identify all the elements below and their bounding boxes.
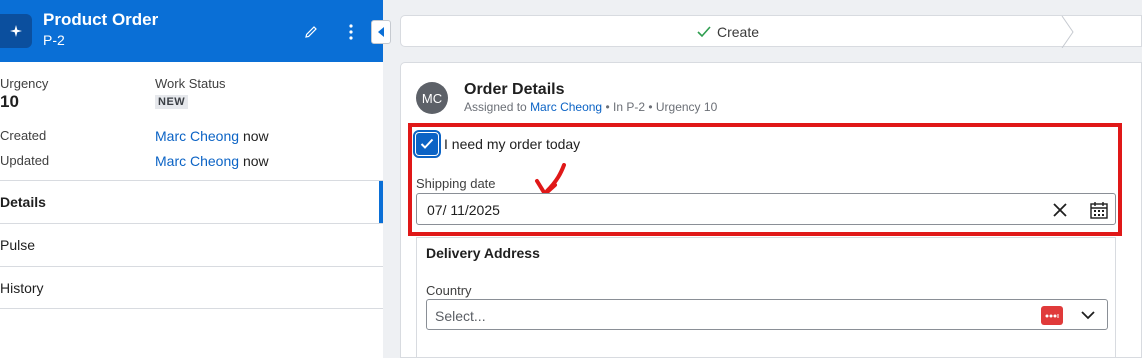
delivery-address-section: Delivery Address Country Select... <box>416 237 1116 358</box>
card-assignment: Assigned to Marc Cheong • In P-2 • Urgen… <box>464 100 717 114</box>
urgency-value: 10 <box>0 92 19 111</box>
shipping-date-input[interactable]: 07/ 11/2025 <box>416 193 1116 225</box>
sparkle-icon <box>0 14 32 48</box>
collapse-panel-button[interactable] <box>371 20 391 44</box>
edit-pencil-icon[interactable] <box>301 22 321 42</box>
country-label: Country <box>426 283 472 298</box>
clear-date-icon[interactable] <box>1050 200 1070 220</box>
order-today-checkbox[interactable] <box>413 130 441 158</box>
order-today-label: I need my order today <box>444 136 581 152</box>
assigned-prefix: Assigned to <box>464 100 527 114</box>
tab-history-label: History <box>0 279 44 296</box>
checkmark-icon <box>697 26 711 38</box>
created-when: now <box>242 128 269 144</box>
case-title: Product Order <box>43 10 159 29</box>
caret-left-icon <box>378 27 384 37</box>
delivery-address-title: Delivery Address <box>426 245 540 261</box>
more-actions-icon[interactable] <box>343 22 359 42</box>
tab-history[interactable]: History <box>0 266 383 309</box>
shipping-date-label: Shipping date <box>416 176 496 191</box>
status-badge: NEW <box>155 95 189 109</box>
country-placeholder: Select... <box>435 308 486 324</box>
stage-bar: Create <box>400 15 1142 48</box>
updated-when: now <box>242 153 269 169</box>
shipping-date-value: 07/ 11/2025 <box>427 202 500 218</box>
stage-create[interactable]: Create <box>697 24 759 40</box>
case-summary-panel: Product Order P-2 Urgency 10 Work Status… <box>0 0 383 358</box>
active-tab-indicator <box>379 181 383 224</box>
assignment-meta: • In P-2 • Urgency 10 <box>605 100 718 114</box>
tab-details-label: Details <box>0 194 46 210</box>
urgency-label: Urgency <box>0 76 49 91</box>
updated-value: Marc Cheong now <box>155 153 269 169</box>
updated-label: Updated <box>0 153 50 168</box>
case-id: P-2 <box>43 32 65 48</box>
checkmark-icon <box>420 138 434 149</box>
stage-label: Create <box>717 24 760 40</box>
assignee-link[interactable]: Marc Cheong <box>530 100 602 114</box>
created-label: Created <box>0 128 47 143</box>
card-title: Order Details <box>464 81 565 98</box>
updated-by-link[interactable]: Marc Cheong <box>155 153 239 169</box>
chevron-down-icon <box>1081 311 1095 320</box>
tab-pulse[interactable]: Pulse <box>0 223 383 266</box>
created-value: Marc Cheong now <box>155 128 269 144</box>
stage-chevron-icon <box>1061 16 1074 48</box>
work-status-label: Work Status <box>155 76 226 91</box>
created-by-link[interactable]: Marc Cheong <box>155 128 239 144</box>
tab-pulse-label: Pulse <box>0 237 36 253</box>
calendar-icon[interactable] <box>1089 200 1109 220</box>
country-select[interactable]: Select... <box>426 299 1108 330</box>
avatar: MC <box>416 82 448 114</box>
tab-details[interactable]: Details <box>0 180 383 224</box>
order-details-card: MC Order Details Assigned to Marc Cheong… <box>400 62 1142 358</box>
case-header: Product Order P-2 <box>0 0 383 62</box>
password-manager-icon[interactable] <box>1041 306 1063 325</box>
